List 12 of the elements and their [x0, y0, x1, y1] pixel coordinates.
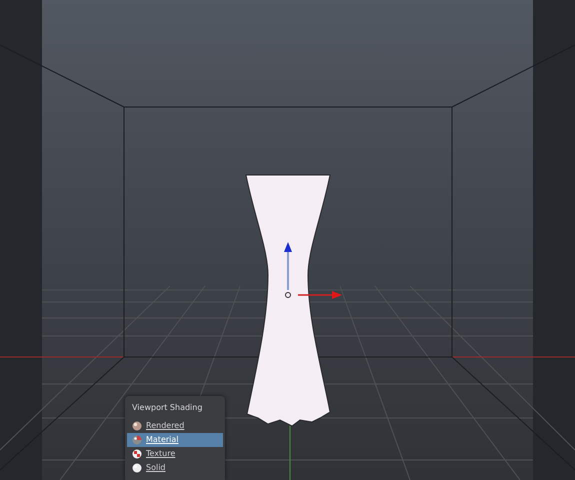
shading-option[interactable]: Texture: [127, 447, 223, 461]
shading-option[interactable]: Material: [127, 433, 223, 447]
shading-option[interactable]: Rendered: [127, 419, 223, 433]
x-arrow: [298, 291, 342, 299]
rendered-sphere-icon: [132, 421, 142, 431]
shading-option[interactable]: Solid: [127, 461, 223, 475]
checker-sphere-icon: [132, 449, 142, 459]
material-sphere-icon: [132, 435, 142, 445]
solid-sphere-icon: [132, 463, 142, 473]
menu-title: Viewport Shading: [131, 402, 204, 414]
z-arrow: [284, 242, 292, 290]
origin-point: [285, 292, 291, 298]
